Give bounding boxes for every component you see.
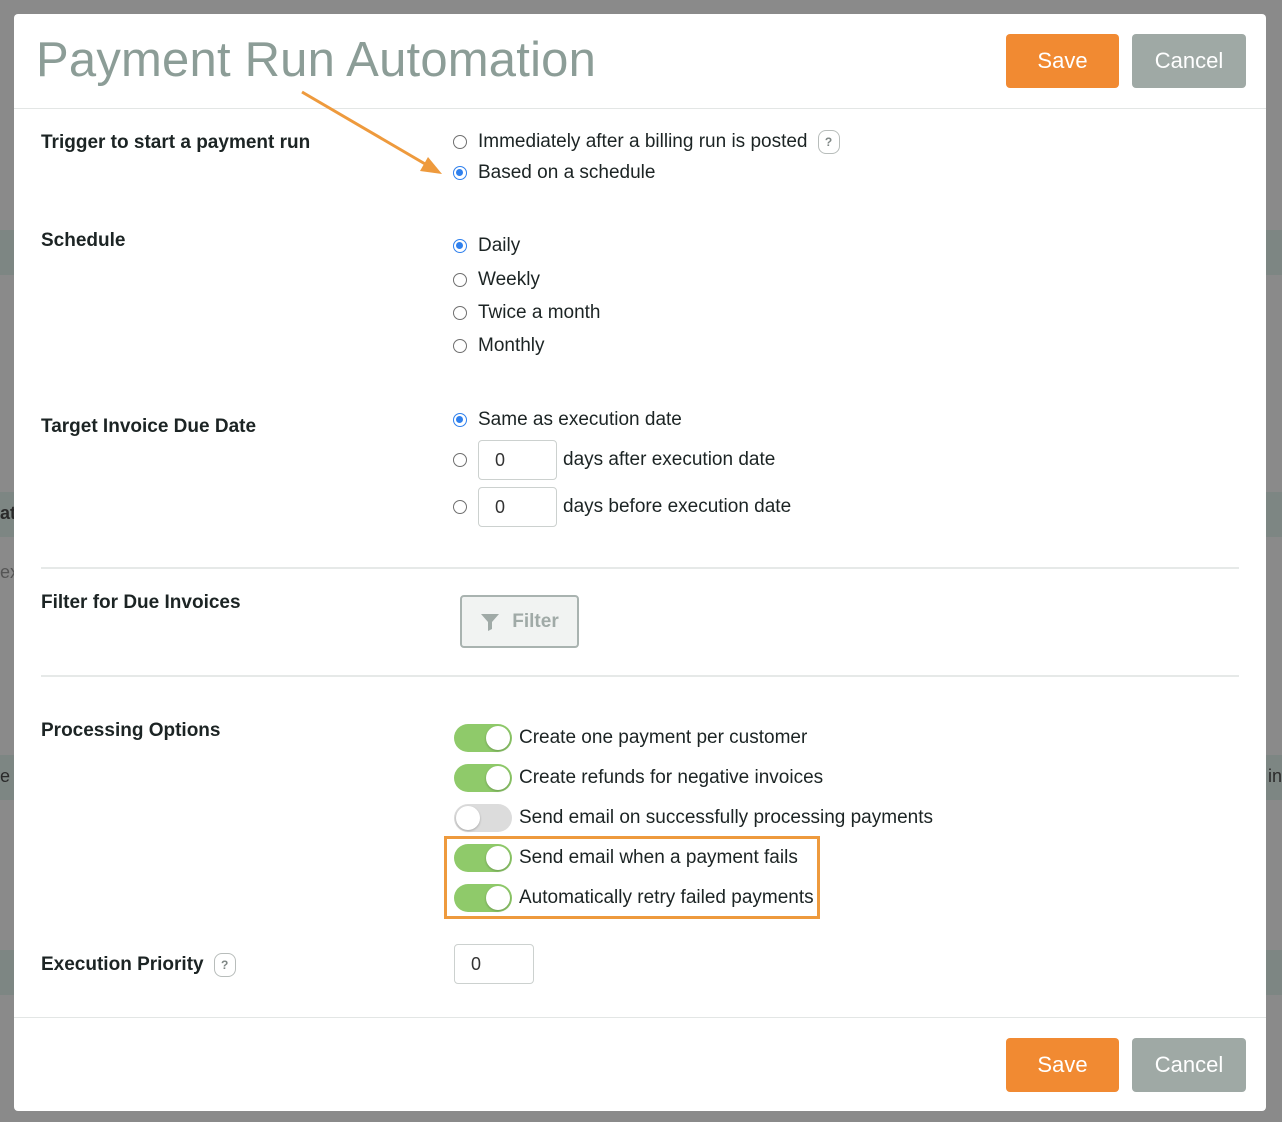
option-label: Create refunds for negative invoices	[519, 767, 824, 788]
option-label: Send email when a payment fails	[519, 847, 798, 868]
section-divider	[41, 567, 1239, 569]
option-label: Daily	[478, 235, 521, 256]
option-label: Weekly	[478, 269, 540, 290]
toggle-switch[interactable]	[454, 724, 512, 752]
radio-button[interactable]	[453, 413, 467, 427]
modal-footer: Save Cancel	[14, 1017, 1266, 1111]
backdrop-text: in	[1268, 766, 1282, 786]
option-label: Monthly	[478, 335, 545, 356]
option-label: days after execution date	[563, 449, 776, 470]
modal-header: Payment Run Automation Save Cancel	[14, 14, 1266, 109]
backdrop-text: e	[0, 766, 11, 786]
processing-option-email-on-success[interactable]: Send email on successfully processing pa…	[454, 804, 933, 832]
filter-button[interactable]: Filter	[460, 595, 579, 648]
section-divider	[41, 675, 1239, 677]
toggle-knob	[486, 726, 510, 750]
radio-button[interactable]	[453, 306, 467, 320]
toggle-switch[interactable]	[454, 764, 512, 792]
schedule-option-twice-a-month[interactable]: Twice a month	[453, 301, 601, 325]
execution-priority-label: Execution Priority ?	[41, 953, 236, 977]
processing-option-refunds-negative-invoices[interactable]: Create refunds for negative invoices	[454, 764, 823, 792]
processing-option-one-payment-per-customer[interactable]: Create one payment per customer	[454, 724, 807, 752]
radio-button[interactable]	[453, 273, 467, 287]
footer-save-button[interactable]: Save	[1006, 1038, 1119, 1092]
toggle-switch[interactable]	[454, 884, 512, 912]
filter-label: Filter for Due Invoices	[41, 592, 241, 613]
funnel-icon	[481, 613, 500, 631]
schedule-option-weekly[interactable]: Weekly	[453, 268, 540, 292]
toggle-knob	[486, 846, 510, 870]
schedule-option-monthly[interactable]: Monthly	[453, 334, 545, 358]
help-icon[interactable]: ?	[817, 130, 840, 154]
processing-option-email-on-failure[interactable]: Send email when a payment fails	[454, 844, 798, 872]
help-icon[interactable]: ?	[213, 953, 236, 977]
option-label: days before execution date	[563, 496, 792, 517]
option-label: Automatically retry failed payments	[519, 887, 814, 908]
radio-button[interactable]	[453, 239, 467, 253]
payment-run-automation-modal: Payment Run Automation Save Cancel Trigg…	[14, 14, 1266, 1111]
option-label: Based on a schedule	[478, 162, 656, 183]
execution-priority-text: Execution Priority	[41, 954, 204, 975]
processing-options-label: Processing Options	[41, 720, 221, 741]
option-label: Create one payment per customer	[519, 727, 808, 748]
schedule-option-daily[interactable]: Daily	[453, 234, 520, 258]
due-date-option-after[interactable]: days after execution date	[453, 440, 775, 480]
option-label: Same as execution date	[478, 409, 682, 430]
toggle-switch[interactable]	[454, 844, 512, 872]
execution-priority-input[interactable]	[454, 944, 534, 984]
schedule-label: Schedule	[41, 230, 126, 251]
trigger-option-immediately[interactable]: Immediately after a billing run is poste…	[453, 130, 840, 154]
target-due-date-label: Target Invoice Due Date	[41, 416, 257, 437]
filter-button-label: Filter	[512, 610, 559, 632]
toggle-knob	[486, 886, 510, 910]
radio-button[interactable]	[453, 453, 467, 467]
days-after-input[interactable]	[478, 440, 557, 480]
option-label: Twice a month	[478, 302, 601, 323]
trigger-label: Trigger to start a payment run	[41, 132, 311, 153]
toggle-knob	[456, 806, 480, 830]
toggle-knob	[486, 766, 510, 790]
due-date-option-same[interactable]: Same as execution date	[453, 408, 682, 432]
footer-cancel-button[interactable]: Cancel	[1132, 1038, 1246, 1092]
processing-option-retry-failed-payments[interactable]: Automatically retry failed payments	[454, 884, 814, 912]
trigger-option-schedule[interactable]: Based on a schedule	[453, 161, 655, 185]
radio-button[interactable]	[453, 500, 467, 514]
days-before-input[interactable]	[478, 487, 557, 527]
radio-button[interactable]	[453, 135, 467, 149]
save-button[interactable]: Save	[1006, 34, 1119, 88]
toggle-switch[interactable]	[454, 804, 512, 832]
option-label: Immediately after a billing run is poste…	[478, 131, 808, 152]
option-label: Send email on successfully processing pa…	[519, 807, 933, 828]
modal-title: Payment Run Automation	[36, 33, 597, 87]
radio-button[interactable]	[453, 166, 467, 180]
radio-button[interactable]	[453, 339, 467, 353]
cancel-button[interactable]: Cancel	[1132, 34, 1246, 88]
due-date-option-before[interactable]: days before execution date	[453, 487, 791, 527]
